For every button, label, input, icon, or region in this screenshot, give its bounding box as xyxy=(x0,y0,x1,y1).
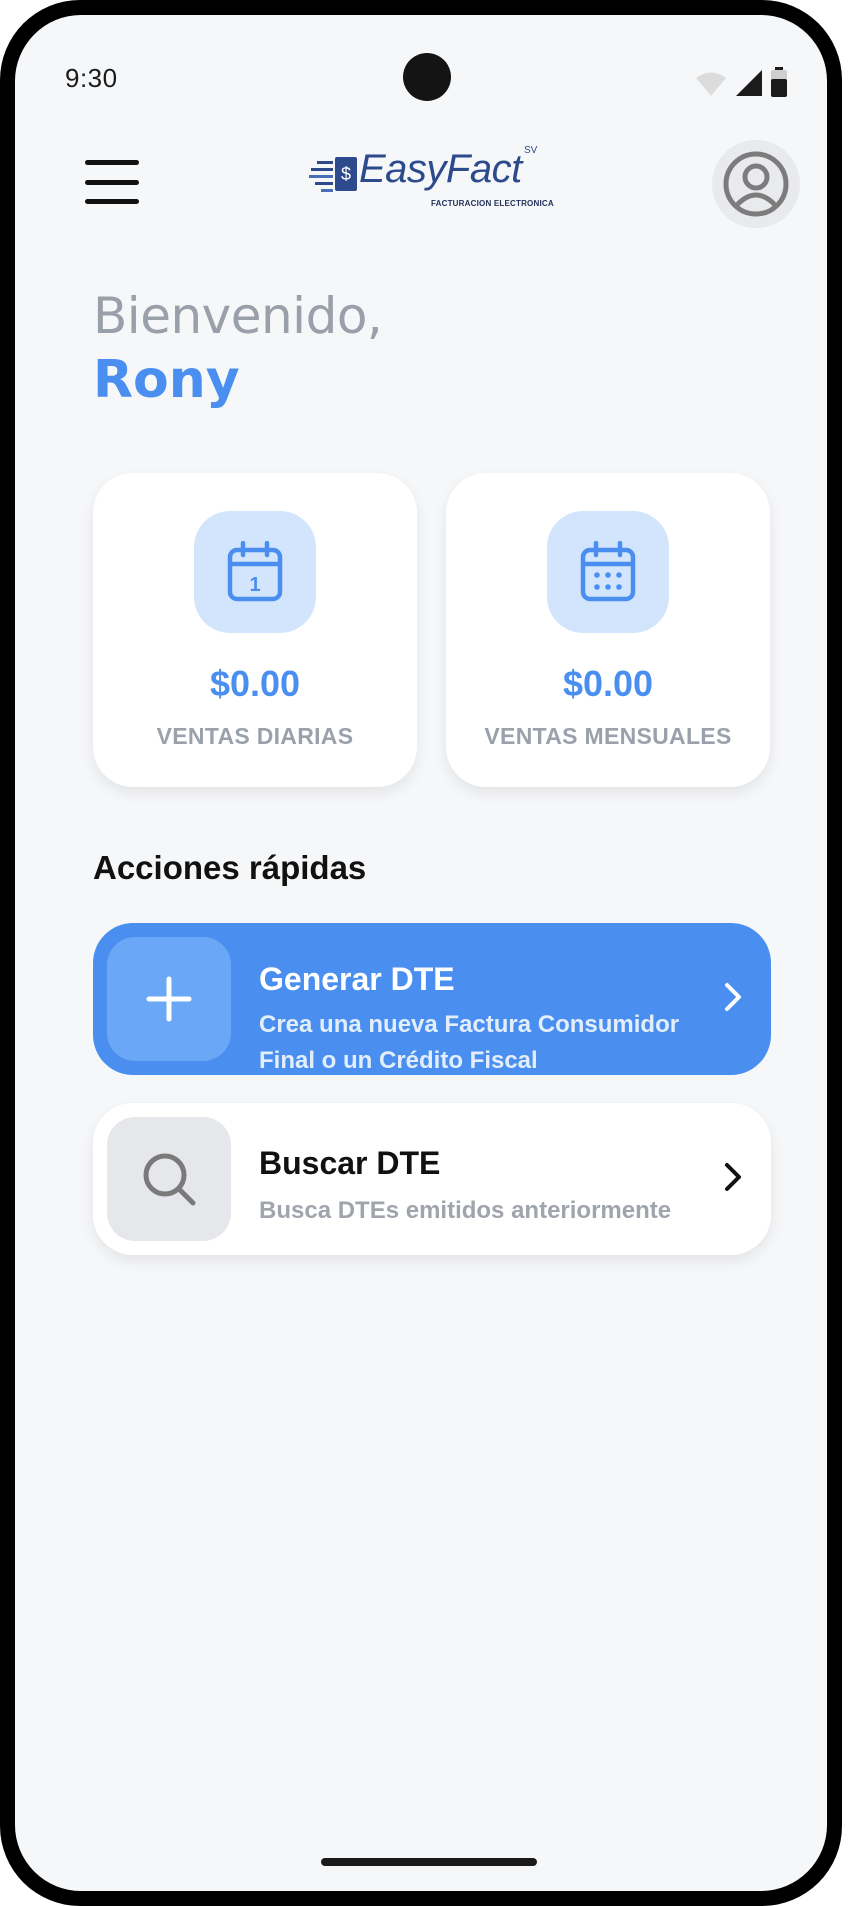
battery-icon xyxy=(771,67,787,97)
quick-actions-title: Acciones rápidas xyxy=(93,849,367,886)
wifi-icon xyxy=(696,72,726,96)
status-time: 9:30 xyxy=(65,63,118,93)
phone-frame: 9:30 $ EasyFact SV FACTURACION ELECTRONI… xyxy=(0,0,842,1906)
search-dte-button[interactable]: Buscar DTE Busca DTEs emitidos anteriorm… xyxy=(93,1103,771,1255)
logo-word: EasyFact xyxy=(359,147,522,191)
monthly-sales-card: $0.00 VENTAS MENSUALES xyxy=(446,473,770,787)
stat-icon-container xyxy=(547,511,669,633)
chevron-right-icon xyxy=(725,983,741,1011)
daily-sales-label: VENTAS DIARIAS xyxy=(156,723,354,749)
generate-dte-description: Crea una nueva Factura Consumidor Final … xyxy=(259,1011,680,1074)
menu-line xyxy=(85,160,139,165)
generate-dte-title: Generar DTE xyxy=(259,961,455,997)
svg-text:$: $ xyxy=(341,164,351,184)
daily-sales-value: $0.00 xyxy=(209,663,301,704)
logo-mark-icon: $ xyxy=(309,157,357,192)
calendar-day-icon: 1 xyxy=(227,541,283,602)
search-icon-container xyxy=(107,1117,231,1241)
easyfact-logo: $ EasyFact SV FACTURACION ELECTRONICA xyxy=(309,143,559,215)
plus-icon-container xyxy=(107,937,231,1061)
calendar-month-icon xyxy=(580,541,636,602)
menu-line xyxy=(85,179,139,185)
plus-icon xyxy=(146,976,192,1022)
menu-button[interactable] xyxy=(85,160,139,204)
logo-suffix: SV xyxy=(524,145,538,156)
logo-subtitle: FACTURACION ELECTRONICA xyxy=(431,199,554,208)
menu-line xyxy=(85,199,139,204)
user-name: Rony xyxy=(93,350,240,410)
front-camera xyxy=(403,53,451,101)
app-screen: 9:30 $ EasyFact SV FACTURACION ELECTRONI… xyxy=(15,15,827,1891)
chevron-right-icon xyxy=(725,1163,741,1191)
calendar-day-number: 1 xyxy=(249,574,260,596)
user-icon xyxy=(723,151,789,217)
signal-icon xyxy=(736,70,762,96)
home-indicator[interactable] xyxy=(321,1858,537,1866)
monthly-sales-label: VENTAS MENSUALES xyxy=(484,723,732,749)
monthly-sales-value: $0.00 xyxy=(562,663,654,704)
welcome-text: Bienvenido, xyxy=(93,287,383,345)
daily-sales-card: 1 $0.00 VENTAS DIARIAS xyxy=(93,473,417,787)
search-dte-title: Buscar DTE xyxy=(259,1145,441,1181)
generate-dte-button[interactable]: Generar DTE Crea una nueva Factura Consu… xyxy=(93,923,771,1075)
stat-icon-container: 1 xyxy=(194,511,316,633)
search-dte-description: Busca DTEs emitidos anteriormente xyxy=(259,1197,672,1224)
profile-button[interactable] xyxy=(712,140,800,228)
status-icons xyxy=(695,67,787,97)
search-icon xyxy=(143,1153,196,1206)
